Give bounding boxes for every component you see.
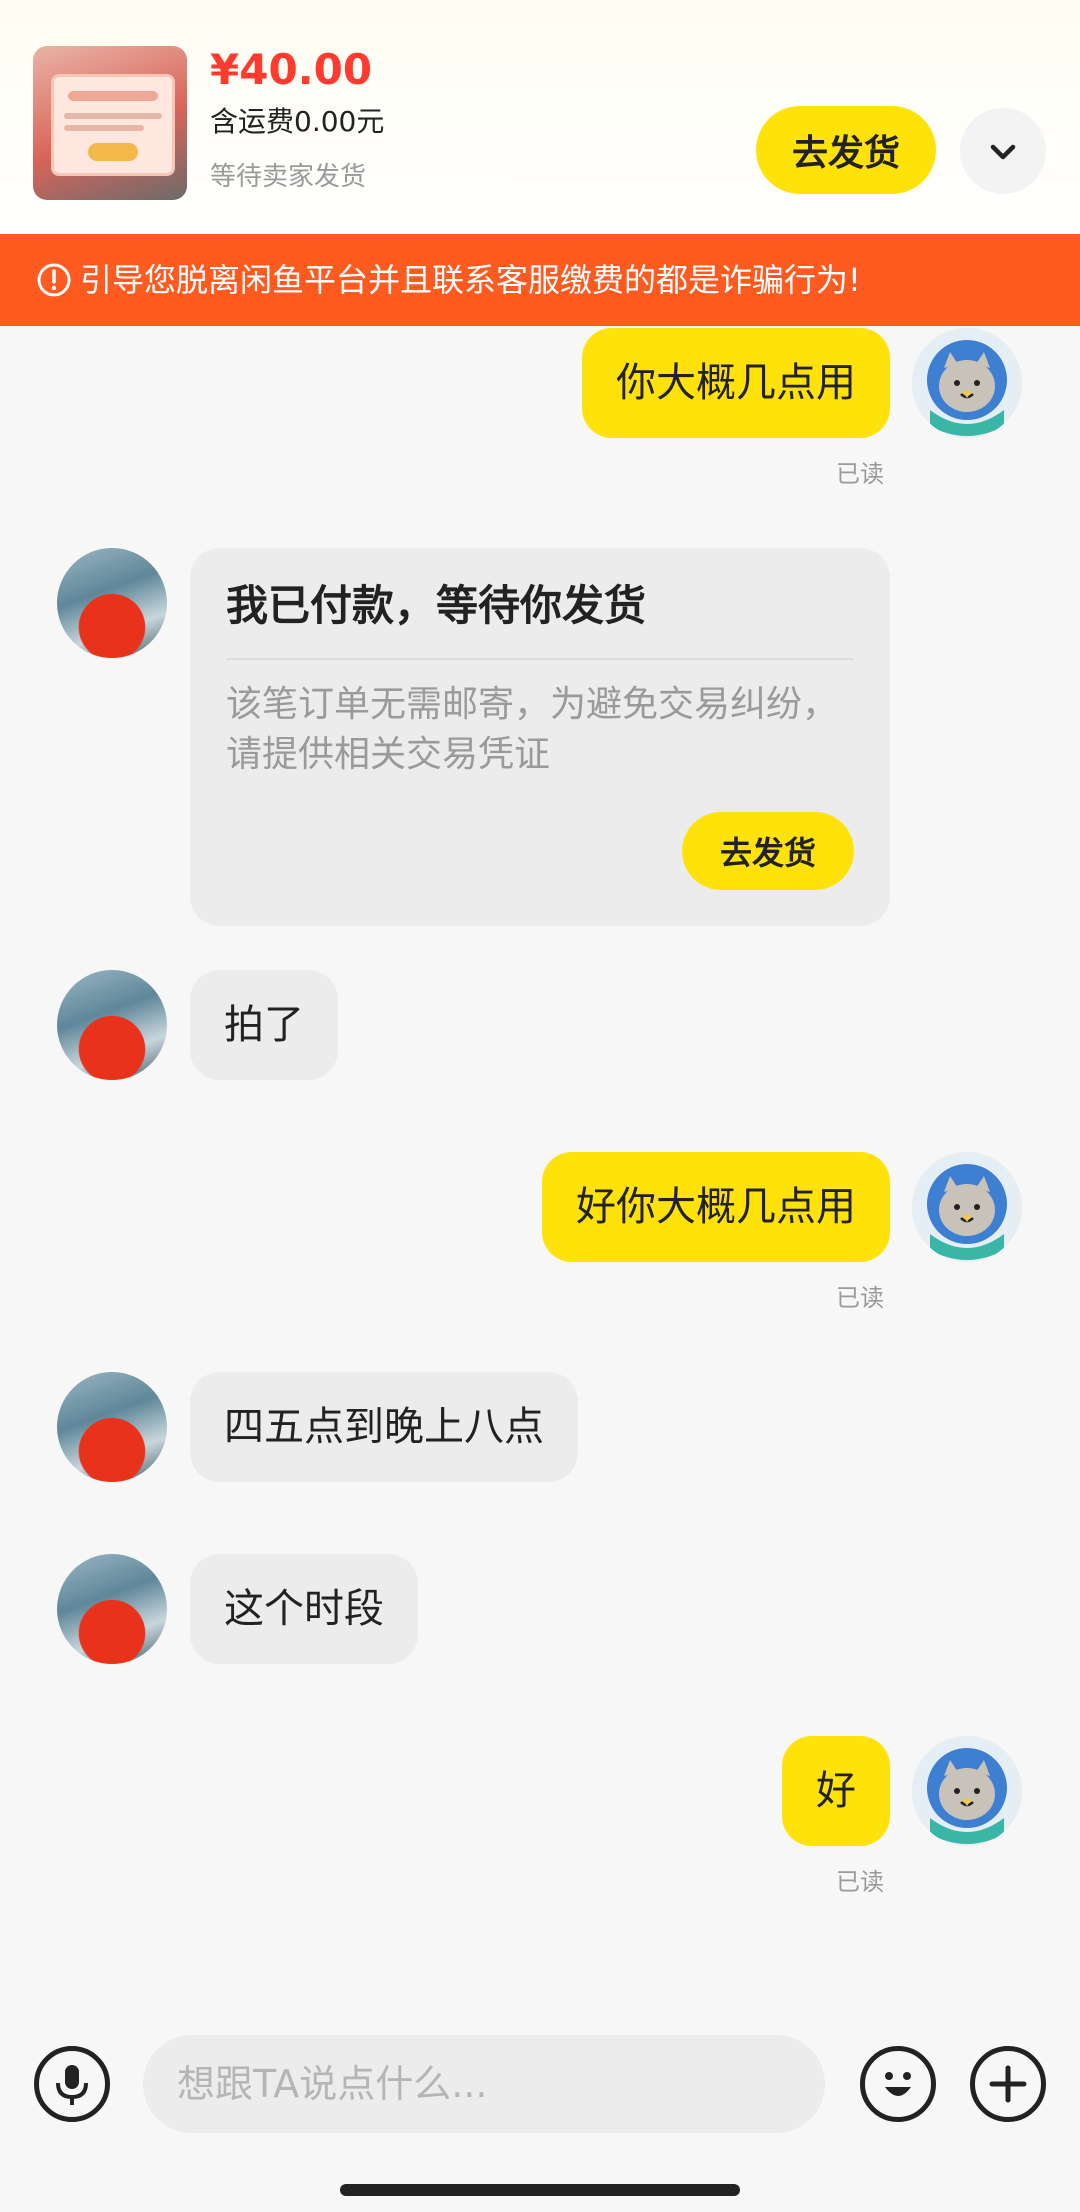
home-indicator[interactable] (340, 2184, 740, 2196)
alert-circle-icon (37, 263, 71, 297)
read-receipt: 已读 (836, 460, 884, 488)
microphone-icon (56, 2065, 88, 2105)
thumbnail-card-graphic (51, 74, 175, 176)
emoji-button[interactable] (860, 2046, 936, 2122)
voice-button[interactable] (34, 2046, 110, 2122)
chevron-down-icon (990, 144, 1016, 160)
expand-button[interactable] (960, 108, 1046, 194)
cat-avatar-icon (912, 1152, 1022, 1262)
message-bubble-received[interactable]: 拍了 (190, 970, 338, 1080)
more-button[interactable] (970, 2046, 1046, 2122)
emoji-icon (885, 2072, 911, 2096)
card-body: 该笔订单无需邮寄，为避免交易纠纷，请提供相关交易凭证 (226, 684, 839, 775)
read-receipt: 已读 (836, 1868, 884, 1896)
cat-avatar-icon (912, 328, 1022, 438)
payment-card-message: 我已付款，等待你发货 该笔订单无需邮寄，为避免交易纠纷，请提供相关交易凭证 去发… (190, 548, 890, 926)
message-bubble-sent[interactable]: 好 (782, 1736, 890, 1846)
card-title: 我已付款，等待你发货 (226, 581, 647, 630)
read-receipt: 已读 (836, 1284, 884, 1312)
order-header: ¥40.00 含运费0.00元 等待卖家发货 去发货 (0, 0, 1080, 234)
message-bubble-received[interactable]: 这个时段 (190, 1554, 418, 1664)
cat-avatar-icon (912, 1736, 1022, 1846)
product-thumbnail[interactable] (33, 46, 187, 200)
ship-button[interactable]: 去发货 (756, 106, 936, 194)
card-divider (226, 658, 854, 660)
contact-avatar[interactable] (57, 970, 167, 1080)
plus-icon (989, 2065, 1027, 2103)
message-bubble-sent[interactable]: 你大概几点用 (582, 328, 890, 438)
order-price: ¥40.00 (210, 45, 373, 94)
fraud-warning-bar: 引导您脱离闲鱼平台并且联系客服缴费的都是诈骗行为! (0, 234, 1080, 326)
my-avatar[interactable] (912, 1152, 1022, 1262)
contact-avatar[interactable] (57, 1372, 167, 1482)
order-status: 等待卖家发货 (210, 162, 367, 192)
contact-avatar[interactable] (57, 1554, 167, 1664)
message-input[interactable] (143, 2035, 825, 2133)
my-avatar[interactable] (912, 328, 1022, 438)
shipping-fee: 含运费0.00元 (210, 105, 385, 138)
my-avatar[interactable] (912, 1736, 1022, 1846)
contact-avatar[interactable] (57, 548, 167, 658)
card-ship-button[interactable]: 去发货 (682, 812, 854, 890)
warning-text: 引导您脱离闲鱼平台并且联系客服缴费的都是诈骗行为! (80, 261, 861, 299)
message-bubble-received[interactable]: 四五点到晚上八点 (190, 1372, 578, 1482)
message-bubble-sent[interactable]: 好你大概几点用 (542, 1152, 890, 1262)
